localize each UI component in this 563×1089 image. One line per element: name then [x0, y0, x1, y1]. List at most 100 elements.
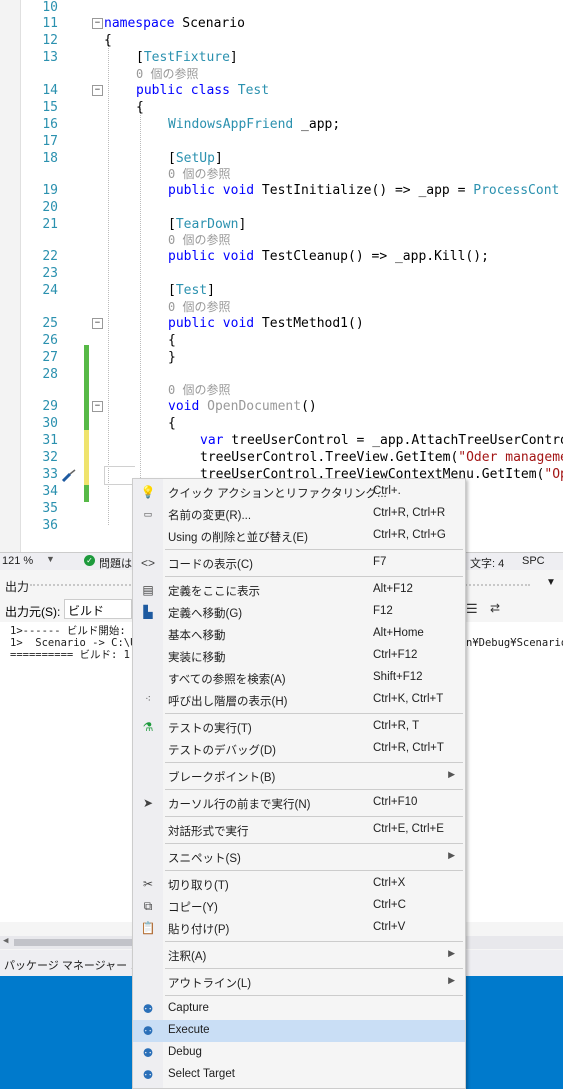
robot-icon: ⚉ [142, 1002, 154, 1016]
menu-separator [165, 713, 463, 714]
menu-item-shortcut: Ctrl+R, Ctrl+G [373, 529, 446, 541]
menu-item-remove-sort-usings[interactable]: Using の削除と並び替え(E) Ctrl+R, Ctrl+G [133, 525, 465, 547]
line-number: 31 [42, 433, 58, 448]
spacing-indicator[interactable]: SPC [522, 555, 545, 567]
menu-item-shortcut: Ctrl+R, Ctrl+T [373, 742, 444, 754]
menu-separator [165, 789, 463, 790]
zoom-level[interactable]: 121 % [2, 555, 33, 567]
line-number: 11 [42, 16, 58, 31]
menu-item-find-all-references[interactable]: すべての参照を検索(A) Shift+F12 [133, 667, 465, 689]
menu-item-execute[interactable]: ⚉ Execute [133, 1020, 465, 1042]
code-editor[interactable]: 10 11 12 13 14 15 16 17 18 19 20 21 22 2… [0, 0, 563, 552]
menu-item-label: 実装に移動 [168, 652, 226, 664]
reference-count[interactable]: 0 個の参照 [168, 166, 230, 183]
line-number: 26 [42, 333, 58, 348]
menu-item-label: クイック アクションとリファクタリング... [168, 488, 387, 500]
menu-item-view-code[interactable]: <> コードの表示(C) F7 [133, 552, 465, 574]
reference-count[interactable]: 0 個の参照 [136, 66, 198, 83]
zoom-dropdown-icon[interactable]: ▼ [46, 554, 55, 564]
menu-separator [165, 995, 463, 996]
collapse-icon[interactable]: − [92, 318, 103, 329]
menu-item-debug-tests[interactable]: テストのデバッグ(D) Ctrl+R, Ctrl+T [133, 738, 465, 760]
menu-item-shortcut: Ctrl+V [373, 921, 406, 933]
line-number: 32 [42, 450, 58, 465]
line-number: 16 [42, 117, 58, 132]
reference-count[interactable]: 0 個の参照 [168, 232, 230, 249]
reference-count[interactable]: 0 個の参照 [168, 382, 230, 399]
line-number: 28 [42, 367, 58, 382]
code-line: { [168, 416, 176, 431]
menu-item-outlining[interactable]: アウトライン(L) ▶ [133, 971, 465, 993]
line-number: 29 [42, 399, 58, 414]
collapse-icon[interactable]: − [92, 401, 103, 412]
menu-item-rename[interactable]: ▭ 名前の変更(R)... Ctrl+R, Ctrl+R [133, 503, 465, 525]
menu-item-paste[interactable]: 📋 貼り付け(P) Ctrl+V [133, 917, 465, 939]
menu-item-shortcut: Ctrl+. [373, 485, 401, 497]
scroll-left-icon[interactable]: ◀ [3, 936, 8, 946]
menu-item-go-to-implementation[interactable]: 実装に移動 Ctrl+F12 [133, 645, 465, 667]
menu-item-snippets[interactable]: スニペット(S) ▶ [133, 846, 465, 868]
line-number: 13 [42, 50, 58, 65]
line-number: 12 [42, 33, 58, 48]
menu-separator [165, 968, 463, 969]
menu-item-label: ブレークポイント(B) [168, 772, 276, 784]
menu-item-label: Using の削除と並び替え(E) [168, 532, 308, 544]
panel-dropdown-icon[interactable]: ▼ [546, 577, 556, 588]
menu-item-go-to-definition[interactable]: ▙ 定義へ移動(G) F12 [133, 601, 465, 623]
menu-item-label: 定義へ移動(G) [168, 608, 243, 620]
menu-item-label: 注釈(A) [168, 951, 207, 963]
line-number: 15 [42, 100, 58, 115]
menu-item-copy[interactable]: ⧉ コピー(Y) Ctrl+C [133, 895, 465, 917]
menu-separator [165, 870, 463, 871]
submenu-arrow-icon: ▶ [448, 769, 455, 779]
menu-separator [165, 762, 463, 763]
go-to-definition-icon: ▙ [143, 605, 153, 619]
reference-count[interactable]: 0 個の参照 [168, 299, 230, 316]
menu-item-peek-definition[interactable]: ▤ 定義をここに表示 Alt+F12 [133, 579, 465, 601]
line-number: 17 [42, 134, 58, 149]
menu-item-shortcut: Ctrl+R, Ctrl+R [373, 507, 446, 519]
menu-item-shortcut: Alt+Home [373, 627, 424, 639]
check-icon: ✓ [84, 555, 95, 566]
change-bar-saved [84, 485, 89, 502]
menu-item-execute-interactive[interactable]: 対話形式で実行 Ctrl+E, Ctrl+E [133, 819, 465, 841]
word-wrap-icon[interactable]: ☰ [466, 601, 478, 617]
menu-item-run-tests[interactable]: ⚗ テストの実行(T) Ctrl+R, T [133, 716, 465, 738]
code-icon: <> [140, 556, 155, 570]
submenu-arrow-icon: ▶ [448, 948, 455, 958]
run-to-cursor-icon: ➤ [142, 796, 154, 810]
menu-item-select-target[interactable]: ⚉ Select Target [133, 1064, 465, 1086]
code-line: [Test] [168, 283, 215, 298]
code-line: { [168, 333, 176, 348]
menu-item-breakpoint[interactable]: ブレークポイント(B) ▶ [133, 765, 465, 787]
code-line: WindowsAppFriend _app; [168, 117, 341, 132]
menu-item-annotation[interactable]: 注釈(A) ▶ [133, 944, 465, 966]
context-menu: 💡 クイック アクションとリファクタリング... Ctrl+. ▭ 名前の変更(… [132, 478, 466, 1089]
menu-item-shortcut: Ctrl+F10 [373, 796, 418, 808]
menu-item-capture[interactable]: ⚉ Capture [133, 998, 465, 1020]
menu-item-label: 基本へ移動 [168, 630, 226, 642]
scroll-thumb[interactable] [14, 939, 132, 946]
collapse-icon[interactable]: − [92, 18, 103, 29]
character-count: 文字: 4 [470, 558, 505, 570]
menu-item-shortcut: Ctrl+C [373, 899, 406, 911]
menu-item-quick-actions[interactable]: 💡 クイック アクションとリファクタリング... Ctrl+. [133, 481, 465, 503]
menu-item-label: コピー(Y) [168, 902, 218, 914]
output-source-select[interactable]: ビルド [64, 599, 132, 619]
line-number: 27 [42, 350, 58, 365]
menu-item-run-to-cursor[interactable]: ➤ カーソル行の前まで実行(N) Ctrl+F10 [133, 792, 465, 814]
menu-item-shortcut: F12 [373, 605, 393, 617]
code-line: void OpenDocument() [168, 399, 317, 414]
menu-item-go-to-base[interactable]: 基本へ移動 Alt+Home [133, 623, 465, 645]
toggle-wrap-icon[interactable]: ⇄ [490, 601, 500, 615]
menu-item-debug[interactable]: ⚉ Debug [133, 1042, 465, 1064]
menu-item-cut[interactable]: ✂ 切り取り(T) Ctrl+X [133, 873, 465, 895]
menu-item-label: 切り取り(T) [168, 880, 229, 892]
issues-status[interactable]: 問題は [99, 555, 132, 571]
peek-definition-icon: ▤ [142, 583, 154, 597]
menu-item-call-hierarchy[interactable]: ⁖ 呼び出し階層の表示(H) Ctrl+K, Ctrl+T [133, 689, 465, 711]
menu-item-shortcut: Ctrl+X [373, 877, 406, 889]
submenu-arrow-icon: ▶ [448, 975, 455, 985]
collapse-icon[interactable]: − [92, 85, 103, 96]
screwdriver-icon[interactable] [60, 468, 78, 484]
